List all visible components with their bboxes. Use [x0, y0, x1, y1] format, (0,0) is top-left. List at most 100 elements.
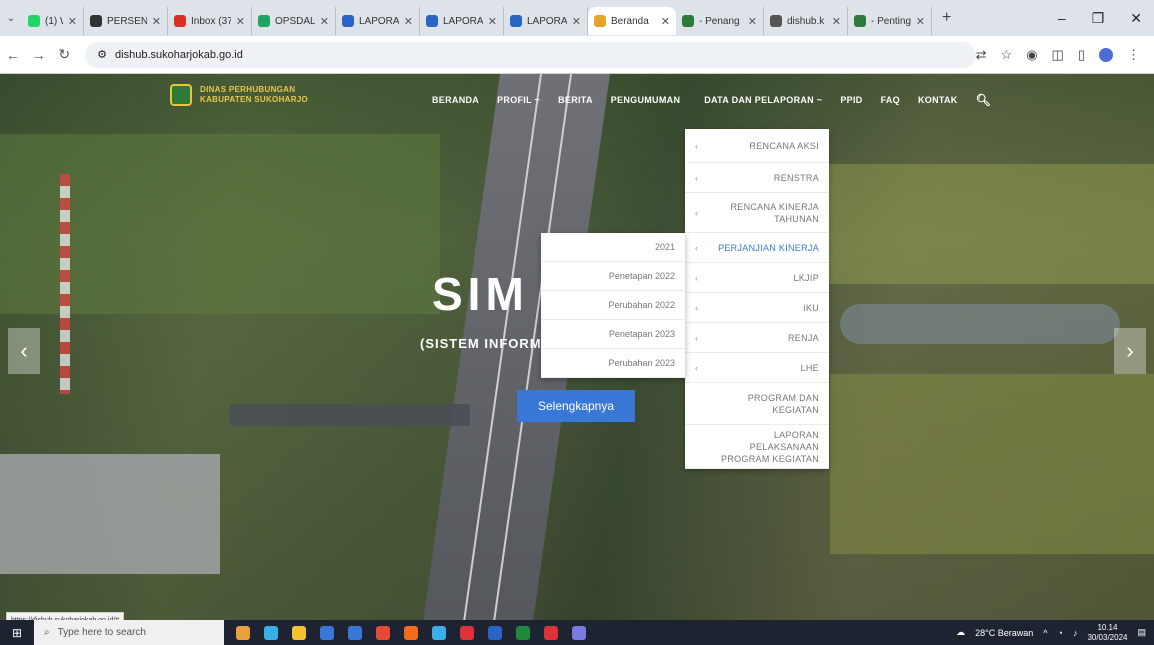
close-window-icon[interactable]: ✕	[1130, 10, 1142, 27]
submenu-item[interactable]: Penetapan 2023	[541, 320, 685, 349]
taskbar-app-icon[interactable]	[320, 625, 334, 640]
dropdown-item[interactable]: ‹ PERJANJIAN KINERJA	[685, 233, 829, 263]
tab-close-icon[interactable]: ✕	[320, 15, 329, 28]
nav-kontak[interactable]: KONTAK	[918, 95, 958, 105]
dropdown-item[interactable]: ‹ IKU	[685, 293, 829, 323]
windows-taskbar: ⊞ ⌕ Type here to search ☁ 28°C Berawan ^…	[0, 620, 1154, 645]
taskbar-app-icon[interactable]	[432, 625, 446, 640]
tab-close-icon[interactable]: ✕	[748, 15, 757, 28]
nav-berita[interactable]: BERITA	[558, 95, 593, 105]
browser-tab[interactable]: - Penting ✕	[848, 7, 932, 35]
browser-tab[interactable]: Inbox (37 ✕	[168, 7, 252, 35]
minimize-icon[interactable]: –	[1058, 10, 1066, 27]
browser-tab[interactable]: - Penang ✕	[676, 7, 764, 35]
network-icon[interactable]: ◔	[1058, 628, 1063, 638]
dropdown-item[interactable]: PROGRAM DAN KEGIATAN	[685, 383, 829, 425]
tab-close-icon[interactable]: ✕	[68, 15, 77, 28]
dropdown-item[interactable]: LAPORAN PELAKSANAAN PROGRAM KEGIATAN	[685, 425, 829, 469]
tab-close-icon[interactable]: ✕	[832, 15, 841, 28]
weather-icon[interactable]: ☁	[956, 627, 965, 638]
nav-ppid[interactable]: PPID	[840, 95, 862, 105]
tab-close-icon[interactable]: ✕	[236, 15, 245, 28]
taskbar-app-icon[interactable]	[292, 625, 306, 640]
nav-beranda[interactable]: BERANDA	[432, 95, 479, 105]
tray-chevron-icon[interactable]: ^	[1043, 628, 1047, 638]
weather-text[interactable]: 28°C Berawan	[975, 628, 1033, 638]
translate-icon[interactable]: ⇄	[976, 47, 987, 63]
site-info-icon[interactable]: ⚙	[97, 48, 107, 61]
taskbar-app-icon[interactable]	[264, 625, 278, 640]
logo-line-1: DINAS PERHUBUNGAN	[200, 85, 296, 94]
taskbar-app-icon[interactable]	[236, 625, 250, 640]
bookmark-star-icon[interactable]: ☆	[1001, 47, 1013, 63]
tab-close-icon[interactable]: ✕	[661, 15, 670, 28]
nav-pengumuman[interactable]: PENGUMUMAN	[611, 95, 681, 105]
tab-search-icon[interactable]: ⌄	[0, 13, 22, 24]
tab-close-icon[interactable]: ✕	[404, 15, 413, 28]
browser-tab[interactable]: LAPORA ✕	[336, 7, 420, 35]
dropdown-item[interactable]: ‹ RENCANA KINERJA TAHUNAN	[685, 193, 829, 233]
carousel-next-button[interactable]: ›	[1114, 328, 1146, 374]
taskbar-app-icon[interactable]	[348, 625, 362, 640]
submenu-item[interactable]: Perubahan 2022	[541, 291, 685, 320]
new-tab-button[interactable]: +	[932, 9, 961, 27]
maximize-icon[interactable]: ❐	[1092, 10, 1105, 27]
browser-tab[interactable]: (1) Whats ✕	[22, 7, 84, 35]
dropdown-item[interactable]: ‹ RENCANA AKSI	[685, 129, 829, 163]
menu-kebab-icon[interactable]: ⋮	[1127, 47, 1140, 63]
search-icon[interactable]: 🔍︎	[976, 93, 991, 107]
hero-background-river	[840, 304, 1120, 344]
clock-date: 30/03/2024	[1087, 632, 1128, 642]
tab-title: dishub.k	[787, 15, 825, 27]
taskbar-app-icon[interactable]	[516, 625, 530, 640]
back-icon[interactable]: ←	[0, 47, 26, 63]
taskbar-app-icon[interactable]	[544, 625, 558, 640]
tab-close-icon[interactable]: ✕	[152, 15, 161, 28]
volume-icon[interactable]: ♪	[1073, 628, 1078, 638]
taskbar-search[interactable]: ⌕ Type here to search	[34, 620, 224, 645]
dropdown-item[interactable]: ‹ LHE	[685, 353, 829, 383]
dropdown-item[interactable]: ‹ RENSTRA	[685, 163, 829, 193]
browser-tab[interactable]: OPSDAL ✕	[252, 7, 336, 35]
taskbar-app-icon[interactable]	[572, 625, 586, 640]
browser-tab[interactable]: dishub.k ✕	[764, 7, 848, 35]
extensions-puzzle-icon[interactable]: ◫	[1052, 47, 1064, 63]
tab-close-icon[interactable]: ✕	[488, 15, 497, 28]
nav-data-dan-pelaporan[interactable]: DATA DAN PELAPORAN ~	[704, 95, 822, 105]
browser-tab[interactable]: LAPORA ✕	[504, 7, 588, 35]
dropdown-item[interactable]: ‹ RENJA	[685, 323, 829, 353]
browser-tab[interactable]: Beranda ✕	[588, 7, 676, 35]
reload-icon[interactable]: ↻	[51, 46, 77, 63]
profile-avatar[interactable]	[1099, 47, 1113, 62]
submenu-item[interactable]: Perubahan 2023	[541, 349, 685, 378]
taskbar-app-icon[interactable]	[488, 625, 502, 640]
address-bar[interactable]: ⚙ dishub.sukoharjokab.go.id	[85, 41, 976, 68]
taskbar-clock[interactable]: 10.14 30/03/2024	[1087, 623, 1127, 643]
taskbar-app-icon[interactable]	[404, 625, 418, 640]
perjanjian-kinerja-submenu: 2021 Penetapan 2022 Perubahan 2022 Penetapa…	[541, 233, 685, 378]
hero-background-field	[830, 374, 1154, 554]
notification-icon[interactable]: ▤	[1137, 627, 1146, 638]
forward-icon[interactable]: →	[26, 47, 52, 63]
chevron-left-icon: ‹	[695, 140, 699, 151]
browser-tab-strip: ⌄ (1) Whats✕PERSENT✕Inbox (37✕OPSDAL✕LAP…	[0, 0, 1154, 36]
tab-close-icon[interactable]: ✕	[916, 15, 925, 28]
chevron-left-icon: ‹	[695, 207, 699, 218]
submenu-item[interactable]: 2021	[541, 233, 685, 262]
extension-icon[interactable]: ◉	[1026, 47, 1037, 63]
windows-start-icon[interactable]: ⊞	[0, 626, 34, 640]
submenu-item[interactable]: Penetapan 2022	[541, 262, 685, 291]
browser-tab[interactable]: LAPORA ✕	[420, 7, 504, 35]
browser-tab[interactable]: PERSENT ✕	[84, 7, 168, 35]
tab-close-icon[interactable]: ✕	[572, 15, 581, 28]
nav-faq[interactable]: FAQ	[881, 95, 900, 105]
site-logo[interactable]: DINAS PERHUBUNGAN KABUPATEN SUKOHARJO	[170, 84, 308, 106]
taskbar-app-icon[interactable]	[460, 625, 474, 640]
taskbar-app-icon[interactable]	[376, 625, 390, 640]
carousel-prev-button[interactable]: ‹	[8, 328, 40, 374]
sidepanel-icon[interactable]: ▯	[1078, 47, 1085, 63]
dropdown-item[interactable]: ‹ LKJIP	[685, 263, 829, 293]
nav-profil[interactable]: PROFIL ~	[497, 95, 540, 105]
dropdown-item-label: LAPORAN PELAKSANAAN PROGRAM KEGIATAN	[721, 429, 819, 464]
selengkapnya-button[interactable]: Selengkapnya	[517, 390, 635, 422]
